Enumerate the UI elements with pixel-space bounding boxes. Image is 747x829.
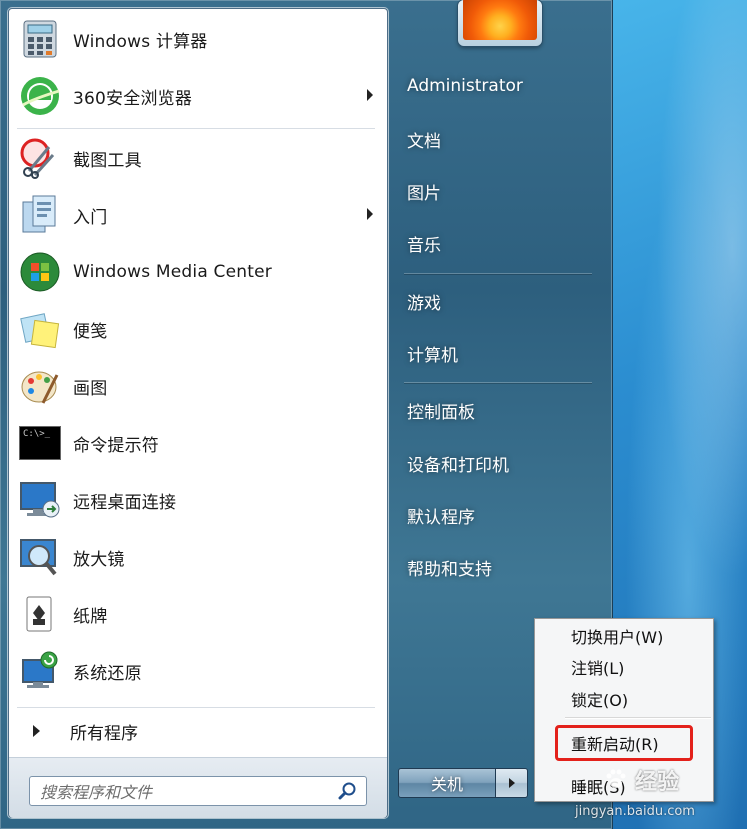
right-link-default-programs[interactable]: 默认程序	[400, 495, 596, 535]
flower-picture-icon	[463, 0, 537, 40]
right-link-documents[interactable]: 文档	[400, 119, 596, 159]
calculator-icon	[17, 16, 63, 62]
right-link-label: 计算机	[407, 345, 458, 366]
right-link-user-folder[interactable]: Administrator	[400, 66, 596, 106]
right-separator	[404, 382, 592, 383]
command-prompt-icon: C:\>_	[17, 420, 63, 466]
right-link-computer[interactable]: 计算机	[400, 333, 596, 373]
paint-icon	[17, 363, 63, 409]
program-label: 360安全浏览器	[73, 88, 193, 109]
arrow-right-icon	[508, 778, 515, 788]
program-item-getting-started[interactable]: 入门	[13, 188, 383, 242]
magnifier-icon	[17, 534, 63, 580]
program-label: 画图	[73, 378, 108, 399]
shutdown-button[interactable]: 关机	[398, 768, 496, 798]
right-link-control-panel[interactable]: 控制面板	[400, 390, 596, 430]
program-label: 纸牌	[73, 606, 108, 627]
right-link-label: 游戏	[407, 293, 441, 314]
program-label: 截图工具	[73, 150, 142, 171]
menu-item-log-off[interactable]: 注销(L)	[571, 653, 711, 681]
watermark-url: jingyan.baidu.com	[575, 804, 695, 819]
media-center-icon	[17, 249, 63, 295]
all-programs-label: 所有程序	[70, 723, 138, 744]
search-icon[interactable]	[338, 781, 358, 801]
program-item-sticky-notes[interactable]: 便笺	[13, 302, 383, 356]
submenu-arrow-icon[interactable]	[367, 89, 373, 101]
right-separator	[404, 273, 592, 274]
snipping-tool-icon	[17, 135, 63, 181]
search-input[interactable]	[38, 779, 332, 805]
program-item-360-browser[interactable]: 360安全浏览器	[13, 69, 383, 123]
menu-item-label: 锁定(O)	[571, 691, 629, 710]
command-prompt-icon-text: C:\>_	[23, 429, 51, 439]
user-picture[interactable]	[458, 0, 542, 46]
solitaire-icon	[17, 591, 63, 637]
submenu-arrow-icon[interactable]	[367, 208, 373, 220]
search-area	[9, 757, 387, 818]
program-item-system-restore[interactable]: 系统还原	[13, 644, 383, 698]
right-link-label: 控制面板	[407, 402, 475, 423]
program-label: Windows 计算器	[73, 31, 208, 52]
program-label: Windows Media Center	[73, 262, 272, 282]
right-link-devices-printers[interactable]: 设备和打印机	[400, 443, 596, 483]
sticky-notes-icon	[17, 306, 63, 352]
right-link-games[interactable]: 游戏	[400, 281, 596, 321]
menu-item-switch-user[interactable]: 切换用户(W)	[571, 622, 711, 650]
right-link-label: 设备和打印机	[407, 455, 509, 476]
program-label: 入门	[73, 207, 108, 228]
right-link-label: 帮助和支持	[407, 559, 492, 580]
start-menu: Windows 计算器 360安全浏览器 截图工具 入门 Windows Med…	[0, 0, 613, 829]
program-item-paint[interactable]: 画图	[13, 359, 383, 413]
program-label: 便笺	[73, 321, 108, 342]
watermark-brand: 经验	[635, 770, 680, 795]
right-link-label: 默认程序	[407, 507, 475, 528]
shutdown-label: 关机	[430, 775, 463, 794]
program-item-snipping-tool[interactable]: 截图工具	[13, 131, 383, 185]
programs-separator	[17, 128, 375, 129]
system-restore-icon	[17, 648, 63, 694]
right-link-help-support[interactable]: 帮助和支持	[400, 547, 596, 587]
program-item-remote-desktop[interactable]: 远程桌面连接	[13, 473, 383, 527]
program-item-magnifier[interactable]: 放大镜	[13, 530, 383, 584]
menu-item-label: 注销(L)	[571, 659, 625, 678]
getting-started-icon	[17, 192, 63, 238]
program-item-solitaire[interactable]: 纸牌	[13, 587, 383, 641]
program-label: 命令提示符	[73, 435, 159, 456]
remote-desktop-icon	[17, 477, 63, 523]
right-link-label: 音乐	[407, 235, 441, 256]
arrow-right-icon	[33, 725, 40, 737]
menu-item-label: 切换用户(W)	[571, 628, 664, 647]
right-link-pictures[interactable]: 图片	[400, 171, 596, 211]
right-link-music[interactable]: 音乐	[400, 223, 596, 263]
right-link-label: 文档	[407, 131, 441, 152]
baidu-jingyan-watermark: 经验 jingyan.baidu.com	[575, 764, 745, 824]
search-box[interactable]	[29, 776, 367, 806]
program-label: 系统还原	[73, 663, 142, 684]
menu-item-lock[interactable]: 锁定(O)	[571, 685, 711, 713]
right-link-label: Administrator	[407, 76, 523, 96]
all-programs-button[interactable]: 所有程序	[13, 713, 383, 749]
restart-highlight-annotation	[555, 725, 693, 761]
programs-pane: Windows 计算器 360安全浏览器 截图工具 入门 Windows Med…	[8, 8, 388, 818]
paw-logo-icon	[606, 769, 626, 788]
program-item-command-prompt[interactable]: C:\>_ 命令提示符	[13, 416, 383, 470]
right-link-label: 图片	[407, 183, 441, 204]
program-label: 远程桌面连接	[73, 492, 177, 513]
all-programs-separator	[17, 707, 375, 708]
program-item-calculator[interactable]: Windows 计算器	[13, 12, 383, 66]
program-label: 放大镜	[73, 549, 125, 570]
browser-360-icon	[17, 73, 63, 119]
program-item-media-center[interactable]: Windows Media Center	[13, 245, 383, 299]
menu-separator	[565, 717, 711, 718]
shutdown-options-button[interactable]	[496, 768, 528, 798]
